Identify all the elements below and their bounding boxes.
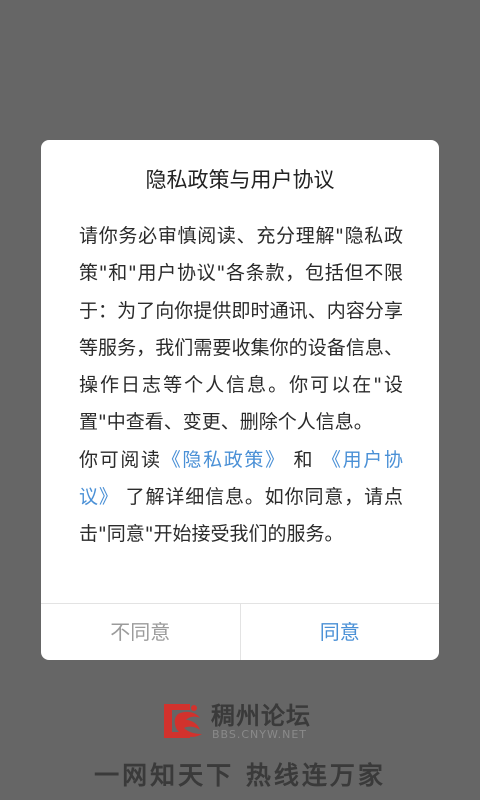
branding-footer: 稠州论坛 BBS.CNYW.NET 一网知天下 热线连万家 [0,690,480,800]
read-more-conjunction: 和 [293,448,315,471]
privacy-policy-link[interactable]: 《隐私政策》 [162,449,286,471]
disagree-button[interactable]: 不同意 [41,604,241,660]
dialog-button-row: 不同意 同意 [41,603,439,660]
dialog-body: 请你务必审慎阅读、充分理解"隐私政策"和"用户协议"各条款，包括但不限于：为了向… [79,218,403,554]
consent-paragraph: 请你务必审慎阅读、充分理解"隐私政策"和"用户协议"各条款，包括但不限于：为了向… [79,225,403,434]
agree-button[interactable]: 同意 [241,604,440,660]
privacy-dialog: 隐私政策与用户协议 请你务必审慎阅读、充分理解"隐私政策"和"用户协议"各条款，… [41,140,439,660]
brand-slogan: 一网知天下 热线连万家 [94,761,386,790]
brand-name: 稠州论坛 [211,702,311,730]
read-more-prefix: 你可阅读 [79,448,162,471]
brand-url: BBS.CNYW.NET [212,728,308,741]
read-more-suffix: 了解详细信息。如你同意，请点击"同意"开始接受我们的服务。 [79,486,403,546]
cnyw-logo-icon [164,704,202,738]
dialog-title: 隐私政策与用户协议 [145,168,335,192]
read-more-paragraph: 你可阅读《隐私政策》 和 《用户协议》 了解详细信息。如你同意，请点击"同意"开… [79,442,403,554]
